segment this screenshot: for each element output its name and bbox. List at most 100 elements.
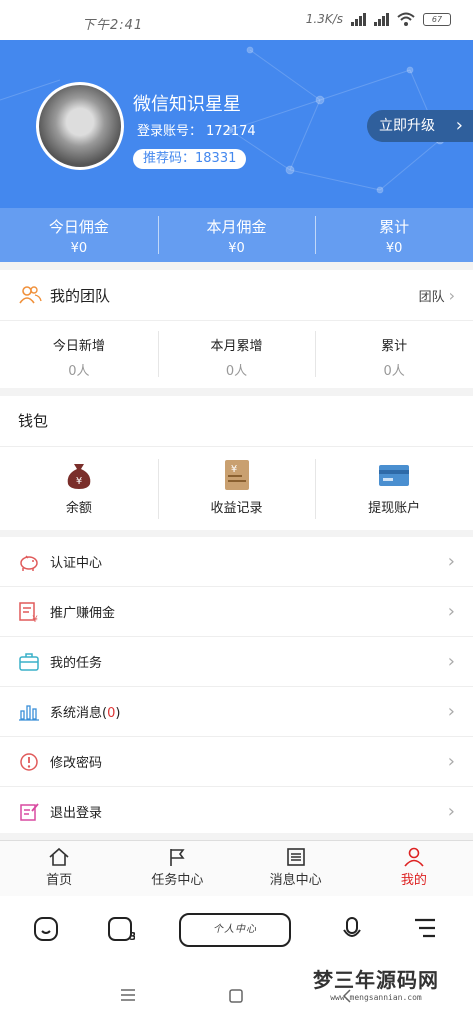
team-title: 我的团队: [50, 286, 111, 305]
stat-value: ¥0: [70, 241, 88, 256]
team-card: 我的团队 团队 › 今日新增 0人 本月累增 0人 累计 0人: [0, 270, 473, 388]
flag-icon: [170, 849, 185, 866]
stat-label: 今日新增: [52, 339, 105, 354]
referral-label: 推荐码：: [143, 151, 196, 166]
signal-icon: [351, 12, 366, 26]
invoice-icon: ¥: [19, 601, 38, 623]
wallet-earnings[interactable]: ¥ 收益记录: [157, 447, 316, 531]
stat-label: 累计: [379, 218, 410, 236]
svg-text:3: 3: [129, 930, 135, 942]
menu-label-text: 系统消息: [50, 706, 103, 721]
svg-text:¥: ¥: [76, 476, 82, 487]
menu-label: 修改密码: [50, 756, 103, 771]
wallet-balance[interactable]: ¥ 余额: [0, 447, 158, 531]
piggy-icon: [20, 554, 38, 571]
team-month: 本月累增 0人: [157, 321, 316, 387]
stat-value: 0人: [68, 364, 90, 379]
commission-today: 今日佣金 ¥0: [0, 208, 158, 262]
bar-chart-icon: [19, 704, 39, 721]
team-total: 累计 0人: [315, 321, 473, 387]
team-icon: [19, 286, 42, 304]
wallet-account[interactable]: 提现账户: [315, 447, 473, 531]
phone-nav-bar: 3 个人中心: [0, 896, 473, 1024]
status-bar: 下午2:41 1.3K/s 67: [0, 0, 473, 40]
user-icon: [404, 847, 424, 867]
tab-label: 消息中心: [269, 873, 322, 888]
menu-item-logout[interactable]: 退出登录 ›: [0, 787, 473, 836]
tab-tasks[interactable]: 任务中心: [118, 841, 236, 897]
stat-label: 今日佣金: [48, 218, 109, 236]
status-right: 1.3K/s 67: [306, 12, 451, 26]
chevron-right-icon: ›: [447, 751, 455, 772]
stat-value: 0人: [383, 364, 405, 379]
wallet-card: 钱包 ¥ 余额 ¥ 收益记录 提现账户: [0, 396, 473, 530]
svg-text:¥: ¥: [32, 615, 38, 623]
chevron-right-icon: ›: [455, 115, 463, 136]
upgrade-label: 立即升级: [379, 118, 435, 134]
menu-item-verification[interactable]: 认证中心 ›: [0, 537, 473, 587]
recent-apps-icon[interactable]: 3: [107, 916, 135, 942]
home-square-icon[interactable]: [228, 988, 244, 1004]
menu-label: 退出登录: [50, 806, 103, 821]
info-circle-icon: [20, 752, 38, 771]
chevron-right-icon: ›: [447, 601, 455, 622]
card-icon: [379, 465, 410, 486]
menu-label: 我的任务: [50, 656, 103, 671]
tab-label: 首页: [46, 873, 73, 888]
tab-label: 我的: [400, 873, 427, 888]
wallet-label: 收益记录: [210, 501, 263, 516]
signal-2-icon: [374, 12, 389, 26]
tab-mine[interactable]: 我的: [355, 841, 473, 897]
tab-home[interactable]: 首页: [0, 841, 118, 897]
team-header[interactable]: 我的团队 团队 ›: [0, 270, 473, 321]
menu-label: 认证中心: [50, 556, 103, 571]
tab-label: 任务中心: [151, 873, 204, 888]
account-number: 172174: [206, 124, 256, 139]
commission-month: 本月佣金 ¥0: [157, 208, 316, 262]
assistant-icon[interactable]: [33, 916, 59, 942]
profile-header: 微信知识星星 登录账号： 172174 推荐码：18331 立即升级 › 今日佣金…: [0, 40, 473, 262]
menu-item-tasks[interactable]: 我的任务 ›: [0, 637, 473, 687]
user-name: 微信知识星星: [133, 94, 241, 115]
menu-label: 系统消息(0): [50, 706, 121, 721]
avatar[interactable]: [36, 82, 124, 170]
battery-icon: 67: [423, 12, 451, 26]
menu-item-password[interactable]: 修改密码 ›: [0, 737, 473, 787]
bottom-tab-bar: 首页 任务中心 消息中心 我的: [0, 840, 473, 897]
menu-label: 推广赚佣金: [50, 606, 116, 621]
menu-lines-icon[interactable]: [413, 916, 437, 940]
network-speed: 1.3K/s: [305, 12, 343, 26]
team-stats: 今日新增 0人 本月累增 0人 累计 0人: [0, 321, 473, 387]
briefcase-icon: [19, 652, 39, 671]
menu-list: 认证中心 › ¥ 推广赚佣金 › 我的任务 › 系统消息(0) › 修改密码 ›…: [0, 537, 473, 833]
chevron-right-icon: ›: [447, 651, 455, 672]
watermark-url: www.mengsannian.com: [330, 993, 422, 1002]
chevron-right-icon: ›: [447, 701, 455, 722]
stat-value: 0人: [225, 364, 248, 379]
chevron-right-icon: ›: [447, 551, 455, 572]
microphone-icon[interactable]: [341, 916, 363, 942]
team-link[interactable]: 团队 ›: [419, 286, 455, 305]
edit-icon: [20, 802, 39, 821]
message-count: 0: [107, 706, 116, 721]
menu-item-promote[interactable]: ¥ 推广赚佣金 ›: [0, 587, 473, 637]
home-pill[interactable]: 个人中心: [179, 913, 291, 947]
team-link-label: 团队: [418, 289, 445, 305]
menu-item-messages[interactable]: 系统消息(0) ›: [0, 687, 473, 737]
commission-stats: 今日佣金 ¥0 本月佣金 ¥0 累计 ¥0: [0, 208, 473, 262]
svg-text:¥: ¥: [230, 464, 236, 475]
tab-messages[interactable]: 消息中心: [237, 841, 355, 897]
wallet-title: 钱包: [0, 396, 473, 447]
menu-icon[interactable]: [120, 988, 136, 1002]
wifi-icon: [397, 12, 415, 26]
referral-code-badge: 推荐码：18331: [133, 149, 247, 169]
stat-label: 本月佣金: [206, 218, 267, 236]
wallet-label: 提现账户: [368, 501, 421, 516]
wallet-label: 余额: [65, 501, 92, 516]
team-today: 今日新增 0人: [0, 321, 158, 387]
status-time: 下午2:41: [82, 18, 144, 33]
money-bag-icon: ¥: [67, 464, 91, 489]
stat-label: 本月累增: [210, 339, 263, 354]
upgrade-button[interactable]: 立即升级 ›: [367, 110, 473, 142]
stat-label: 累计: [381, 339, 408, 354]
